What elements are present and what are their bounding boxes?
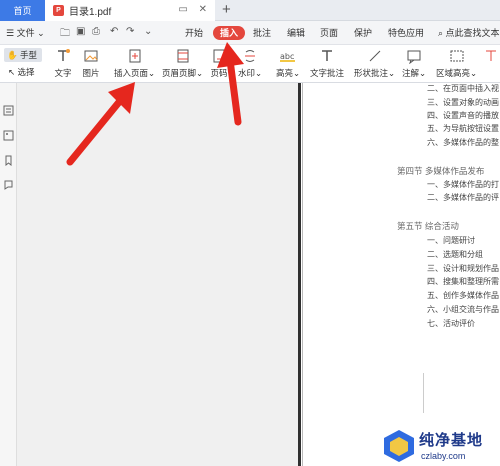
toc-line: 三、设计和规划作品 [427,264,499,273]
watermark-title: 纯净基地 [419,432,484,449]
more-tool-button[interactable] [482,47,500,65]
thumbnail-icon[interactable] [3,105,14,116]
toc-line: 五、创作多媒体作品 [427,291,499,300]
document-page: 二、在页面中插入视 三、设置对象的动画 四、设置声音的播放 五、为导航按钮设置 … [301,83,500,466]
menu-annotate[interactable]: 批注 [253,26,271,40]
scan-edge [302,83,303,466]
open-folder-icon[interactable]: 🗀 [60,26,70,43]
text-tool-icon [54,47,72,65]
highlight-button[interactable]: abc 高亮⌄ [276,47,300,79]
menu-insert[interactable]: 插入 [213,26,246,40]
header-footer-button[interactable]: 页眉页脚⌄ [162,47,203,79]
toc-line: 二、在页面中插入视 [427,84,499,93]
close-tab-icon[interactable]: ✕ [199,4,207,15]
toc-line: 六、小组交流与作品 [427,305,499,314]
image-icon [82,47,100,65]
line-shape-icon [366,47,384,65]
hand-tool-button[interactable]: ✋ 手型 [4,48,42,62]
select-tool-button[interactable]: ↖ 选择 [8,66,35,78]
left-sidebar [0,83,17,466]
hand-icon: ✋ [7,49,18,60]
toc-section-title: 第四节 多媒体作品发布 [397,166,485,176]
text-annotation-button[interactable]: 文字批注 [310,47,344,79]
toc-line: 四、设置声音的播放 [427,111,499,120]
red-arrow-to-insert-menu [217,42,244,126]
text-tool-button[interactable]: 文字 [54,47,72,79]
watermark-url: czlaby.com [421,451,466,461]
tab-document[interactable]: P 目录1.pdf ▭ ✕ [45,0,215,21]
annotation-list-icon[interactable] [3,179,14,190]
more-dropdown-icon[interactable]: ⌄ [144,26,152,37]
area-highlight-button[interactable]: 区域高亮⌄ [436,47,477,79]
highlight-icon: abc [279,47,297,65]
insert-page-icon [126,47,144,65]
menu-file[interactable]: ☰ 文件 ⌄ [6,26,45,40]
toc-line: 二、选题和分组 [427,250,483,259]
toc-section-title: 第五节 综合活动 [397,221,459,231]
cursor-icon: ↖ [8,67,16,77]
toc-line: 三、设置对象的动画 [427,98,499,107]
text-annotation-icon [318,47,336,65]
toc-line: 一、问题研讨 [427,236,475,245]
search-icon: ⌕ [438,28,446,38]
new-tab-button[interactable]: + [222,1,231,18]
toc-line: 五、为导航按钮设置 [427,124,499,133]
menu-special[interactable]: 特色应用 [388,26,424,40]
site-logo-icon [384,430,414,462]
site-watermark: 纯净基地 czlaby.com [376,425,500,466]
scan-artifact [423,373,424,413]
hamburger-icon: ☰ [6,28,17,38]
document-title: 目录1.pdf [69,7,112,18]
note-icon [405,47,423,65]
menu-edit[interactable]: 编辑 [287,26,305,40]
print-icon[interactable]: ⎙ [92,26,100,37]
save-icon[interactable]: ▣ [76,26,85,37]
undo-icon[interactable]: ↶ [110,26,118,37]
area-highlight-icon [448,47,466,65]
text-box-icon [482,47,500,65]
tab-home[interactable]: 首页 [0,0,45,21]
bookmark-icon[interactable] [3,155,14,167]
image-tool-button[interactable]: 图片 [82,47,100,79]
note-button[interactable]: 注解⌄ [402,47,426,79]
toc-line: 六、多媒体作品的整 [427,138,499,147]
shape-annotation-button[interactable]: 形状批注⌄ [354,47,395,79]
pdf-icon: P [53,5,64,16]
toc-line: 一、多媒体作品的打 [427,180,499,189]
image-panel-icon[interactable] [3,130,14,141]
toc-line: 七、活动评价 [427,319,475,328]
redo-icon[interactable]: ↷ [126,26,134,37]
toc-line: 四、搜集和整理所需 [427,277,499,286]
monitor-icon[interactable]: ▭ [178,4,187,15]
toc-line: 二、多媒体作品的评 [427,193,499,202]
menu-start[interactable]: 开始 [185,26,203,40]
menu-page[interactable]: 页面 [320,26,338,40]
red-arrow-to-insert-page [66,82,135,166]
tab-bar: 首页 P 目录1.pdf ▭ ✕ + [0,0,500,21]
header-footer-icon [174,47,192,65]
insert-page-button[interactable]: 插入页面⌄ [114,47,155,79]
chevron-down-icon: ⌄ [37,28,45,38]
svg-text:abc: abc [280,52,294,61]
search-box[interactable]: ⌕ 点此查找文本 [438,26,500,40]
menu-protect[interactable]: 保护 [354,26,372,40]
